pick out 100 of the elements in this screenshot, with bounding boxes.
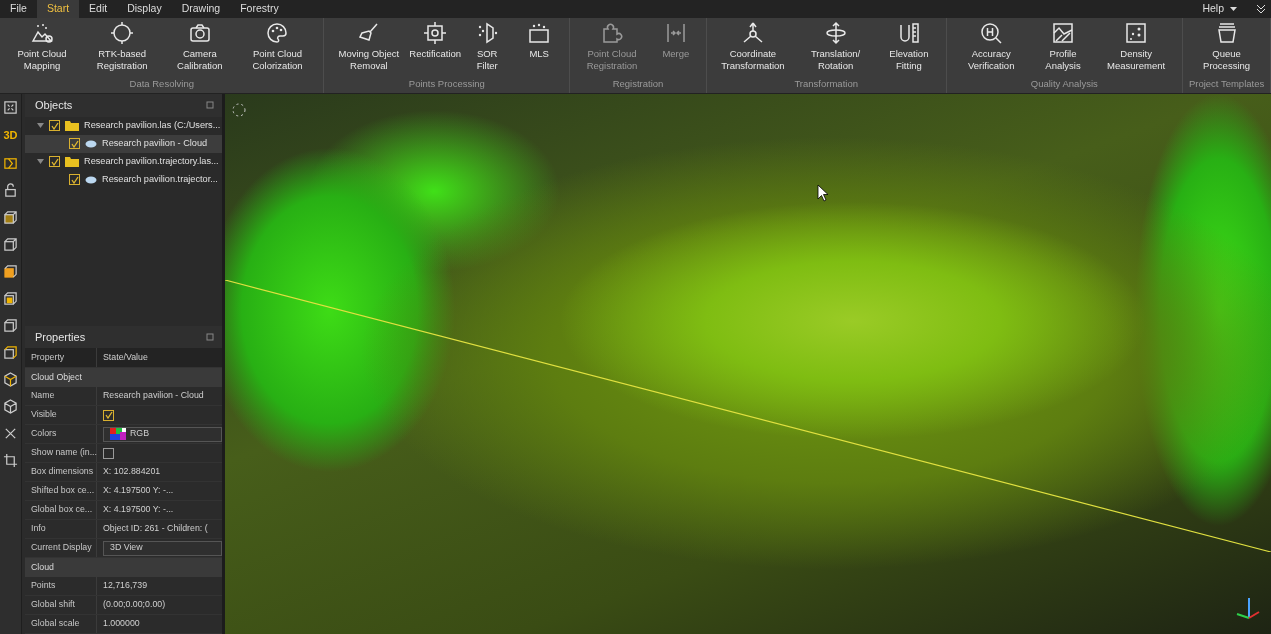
help-menu[interactable]: Help [1192, 0, 1247, 18]
checkbox[interactable] [49, 120, 60, 131]
fit-view-icon[interactable] [3, 100, 18, 115]
property-name: Visible [25, 406, 97, 424]
cloud-icon [85, 175, 97, 184]
property-value: 12,716,739 [102, 579, 149, 593]
property-name: Global box ce... [25, 501, 97, 519]
ribbon-button[interactable]: Point Cloud Colorization [235, 18, 320, 72]
menu-tab[interactable]: Drawing [171, 0, 231, 18]
ribbon-button[interactable]: Point Cloud Mapping [4, 18, 81, 72]
property-name: Points [25, 577, 97, 595]
tree-label: Research pavilion - Cloud [102, 136, 208, 150]
point-cloud-view[interactable] [225, 94, 1271, 634]
property-value: Object ID: 261 - Children: ( [102, 522, 209, 536]
checkbox[interactable] [49, 156, 60, 167]
menu-tab[interactable]: Display [117, 0, 172, 18]
rgb-swatch-icon [110, 428, 126, 440]
section-header: Cloud Object [25, 368, 222, 387]
rtk-target-icon [110, 21, 135, 45]
group-title: Transformation [793, 76, 859, 91]
group-title: Project Templates [1187, 76, 1266, 91]
ribbon-button[interactable]: Density Measurement [1094, 18, 1179, 72]
loading-spinner-icon [231, 102, 247, 118]
group-title: Points Processing [407, 76, 486, 91]
menu-tab[interactable]: Start [36, 0, 80, 18]
group-title: Registration [611, 76, 665, 91]
cube-icon[interactable] [3, 344, 18, 360]
iso-cube-icon[interactable] [3, 371, 18, 387]
cube-icon[interactable] [3, 209, 18, 225]
tree-label: Research pavilion.trajectory.las... [84, 154, 219, 168]
folder-icon [65, 120, 79, 131]
ribbon-button[interactable]: Accuracy Verification [950, 18, 1032, 72]
panel-title: Properties [35, 329, 86, 345]
property-name: Global shift [25, 596, 97, 614]
property-value: (0.00;0.00;0.00) [102, 598, 167, 612]
cube-icon[interactable] [3, 236, 18, 252]
ribbon-button[interactable]: Queue Processing [1187, 18, 1266, 72]
group-title: Data Resolving [128, 76, 195, 91]
tree-label: Research pavilion.trajector... [102, 172, 218, 186]
menu-tab[interactable]: Edit [79, 0, 118, 18]
checkbox[interactable] [69, 174, 80, 185]
tree-item[interactable]: Research pavilion.trajector... [25, 170, 222, 189]
camera-icon [187, 21, 212, 45]
menu-tab[interactable]: File [0, 0, 37, 18]
column-header: Property [25, 348, 97, 367]
menu-tab[interactable]: Forestry [230, 0, 289, 18]
lock-icon[interactable] [3, 182, 18, 198]
float-icon[interactable] [206, 101, 214, 110]
group-title: Quality Analysis [1029, 76, 1099, 91]
checkbox[interactable] [103, 409, 114, 421]
ribbon-button[interactable]: Coordinate Transformation [710, 18, 795, 72]
perspective-icon[interactable] [3, 155, 18, 171]
ribbon-button[interactable]: Camera Calibration [164, 18, 236, 72]
property-value: X: 4.197500 Y: -... [102, 484, 175, 498]
tree-item[interactable]: Research pavilion - Cloud [25, 134, 222, 153]
cube-icon[interactable] [3, 290, 18, 306]
color-dropdown[interactable]: RGB [103, 426, 222, 442]
checkbox[interactable] [103, 447, 114, 459]
tree-item[interactable]: Research pavilion.trajectory.las... [25, 152, 222, 171]
ribbon-button[interactable]: Translation/ Rotation [794, 18, 877, 72]
expand-arrow-icon[interactable] [37, 159, 44, 164]
view-mode-label[interactable]: 3D [3, 127, 18, 144]
collapse-ribbon-icon[interactable] [1255, 3, 1267, 15]
ribbon-button[interactable]: RTK-based Registration [80, 18, 165, 72]
expand-arrow-icon[interactable] [37, 123, 44, 128]
property-name: Show name (in... [25, 444, 97, 462]
density-icon [1124, 21, 1149, 45]
display-dropdown[interactable]: 3D View [103, 540, 222, 556]
panel-title: Objects [35, 98, 73, 113]
property-name: Colors [25, 425, 97, 443]
property-name: Box dimensions [25, 463, 97, 481]
ribbon-button[interactable]: SOR Filter [461, 18, 514, 72]
profile-chart-icon [1051, 21, 1076, 45]
map-point-icon [30, 21, 55, 45]
tree-item[interactable]: Research pavilion.las (C:/Users... [25, 116, 222, 135]
crop-icon[interactable] [3, 452, 18, 468]
property-name: Info [25, 520, 97, 538]
property-value: X: 102.884201 [102, 465, 162, 479]
section-header: Cloud [25, 558, 222, 577]
property-name: Current Display [25, 539, 97, 557]
ribbon-button[interactable]: Elevation Fitting [876, 18, 942, 72]
folder-icon [65, 156, 79, 167]
ribbon-button[interactable]: Moving Object Removal [328, 18, 410, 72]
cloud-icon [85, 139, 97, 148]
cube-icon[interactable] [3, 263, 18, 279]
column-header: State/Value [102, 350, 149, 364]
cube-icon[interactable] [3, 317, 18, 333]
caret-icon [1230, 7, 1237, 11]
checkbox[interactable] [69, 138, 80, 149]
iso-cube-icon[interactable] [3, 398, 18, 414]
float-icon[interactable] [206, 332, 214, 341]
property-name: Name [25, 387, 97, 405]
ribbon-button[interactable]: MLS [513, 18, 566, 60]
property-value: Research pavilion - Cloud [102, 389, 205, 403]
ribbon-button[interactable]: Rectification [409, 18, 462, 60]
mouse-cursor-icon [817, 184, 829, 202]
property-value: 1.000000 [102, 617, 141, 631]
ribbon-button[interactable]: Profile Analysis [1031, 18, 1095, 72]
rotate-move-icon [823, 21, 848, 45]
magnifier-icon [979, 21, 1004, 45]
